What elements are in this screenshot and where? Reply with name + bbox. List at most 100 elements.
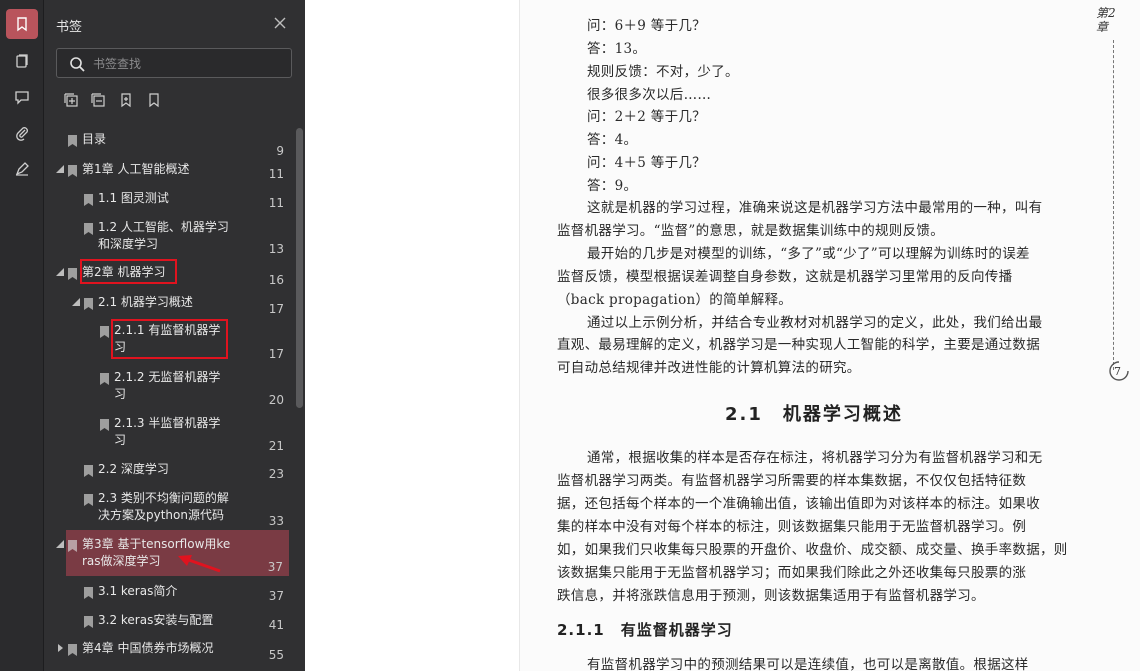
- pages-icon: [16, 54, 28, 68]
- toolbar-rail: [0, 0, 44, 671]
- bookmark-icon: [84, 223, 93, 235]
- bookmark-label: 目录: [82, 132, 107, 146]
- expanded-arrow-icon[interactable]: [56, 540, 64, 548]
- document-background: [305, 0, 519, 671]
- doc-line: 如，如果我们只收集每只股票的开盘价、收盘价、成交额、成交量、换手率数据，则: [557, 542, 1068, 558]
- bookmark-panel-button[interactable]: [6, 9, 38, 39]
- bookmark-item-3-1[interactable]: 3.1 keras简介 37: [44, 583, 294, 607]
- bookmark-page: 37: [268, 589, 284, 603]
- doc-line: 最开始的几步是对模型的训练，“多了”或“少了”可以理解为训练时的误差: [587, 246, 1030, 262]
- doc-line: 可自动总结规律并改进性能的计算机算法的研究。: [557, 360, 861, 376]
- attachments-panel-button[interactable]: [6, 118, 38, 148]
- bookmark-icon: [100, 326, 109, 338]
- bookmark-page: 9: [276, 144, 284, 158]
- bookmark-page: 13: [268, 242, 284, 256]
- bookmark-item-toc[interactable]: 目录 9: [44, 131, 294, 158]
- attachment-icon: [16, 127, 28, 141]
- doc-line: 直观、最易理解的定义，机器学习是一种实现人工智能的科学，主要是通过数据: [557, 337, 1040, 353]
- doc-line: （back propagation）的简单解释。: [557, 292, 793, 308]
- bookmark-icon: [17, 17, 27, 32]
- bookmark-page: 17: [268, 302, 284, 316]
- collapse-all-icon: [91, 93, 105, 107]
- bookmark-page: 37: [267, 560, 283, 574]
- pages-panel-button[interactable]: [6, 46, 38, 76]
- bookmark-label-line2: 决方案及python源代码: [98, 508, 224, 522]
- bookmark-item-2-3[interactable]: 2.3 类别不均衡问题的解 决方案及python源代码 33: [44, 490, 294, 530]
- bookmark-label: 1.1 图灵测试: [98, 191, 169, 205]
- doc-line: 答：4。: [587, 132, 638, 148]
- collapsed-arrow-icon[interactable]: [56, 644, 64, 652]
- page-number-mark: 7: [1109, 361, 1129, 381]
- doc-line: 答：9。: [587, 178, 638, 194]
- bookmark-label-line2: 习: [114, 433, 127, 447]
- bookmark-options-button[interactable]: [146, 92, 164, 110]
- bookmark-item-chapter1[interactable]: 第1章 人工智能概述 11: [44, 161, 294, 185]
- bookmark-label: 2.1 机器学习概述: [98, 295, 193, 309]
- bookmark-item-2-1-3[interactable]: 2.1.3 半监督机器学 习 21: [44, 415, 294, 455]
- bookmark-item-3-2[interactable]: 3.2 keras安装与配置 41: [44, 612, 294, 636]
- bookmark-page: 11: [268, 196, 284, 210]
- doc-line: 跌信息，并将涨跌信息用于预测，则该数据集适用于有监督机器学习。: [557, 588, 985, 604]
- bookmark-page: 11: [268, 167, 284, 181]
- chapter-tab: 第2章: [1096, 6, 1116, 34]
- expand-all-icon: [64, 93, 78, 107]
- annotation-box-chapter2: [80, 259, 177, 284]
- close-icon[interactable]: [272, 15, 288, 31]
- bookmark-label: 第1章 人工智能概述: [82, 162, 190, 176]
- bookmark-icon: [84, 587, 93, 599]
- bookmark-label-line1: 1.2 人工智能、机器学习: [98, 220, 229, 234]
- signature-panel-button[interactable]: [6, 154, 38, 184]
- doc-line: 通过以上示例分析，并结合专业教材对机器学习的定义，此处，我们给出最: [587, 315, 1043, 331]
- bookmark-icon: [84, 194, 93, 206]
- doc-line: 据，还包括每个样本的一个准确输出值，该输出值即为对该样本的标注。如果收: [557, 496, 1040, 512]
- bookmark-panel: 书签 目录 9 第1章 人工智能概述 11 1.1 图灵测试: [44, 0, 305, 671]
- subsection-heading: 2.1.1 有监督机器学习: [557, 621, 733, 639]
- doc-line: 问：2＋2 等于几？: [587, 109, 706, 125]
- bookmark-page: 17: [268, 347, 284, 361]
- bookmark-search-box: [56, 48, 292, 78]
- doc-line: 问：6＋9 等于几？: [587, 18, 706, 34]
- bookmark-label-line1: 2.1.2 无监督机器学: [114, 370, 221, 384]
- bookmark-icon: [68, 135, 77, 147]
- doc-line: 这就是机器的学习过程，准确来说这是机器学习方法中最常用的一种，叫有: [587, 200, 1043, 216]
- bookmark-search-input[interactable]: [93, 54, 283, 74]
- doc-line: 通常，根据收集的样本是否存在标注，将机器学习分为有监督机器学习和无: [587, 450, 1043, 466]
- expanded-arrow-icon[interactable]: [56, 165, 64, 173]
- annotation-box-2-1-1: [111, 319, 228, 359]
- add-bookmark-icon: [121, 93, 131, 108]
- signature-icon: [15, 162, 29, 176]
- bookmark-label-line1: 2.1.3 半监督机器学: [114, 416, 221, 430]
- collapse-all-button[interactable]: [90, 92, 108, 110]
- doc-line: 规则反馈：不对，少了。: [587, 64, 739, 80]
- bookmark-icon: [68, 165, 77, 177]
- comment-icon: [15, 91, 29, 105]
- bookmark-outline-icon: [149, 93, 159, 108]
- panel-title: 书签: [56, 20, 83, 35]
- doc-line: 监督机器学习。“监督”的意思，就是数据集训练中的规则反馈。: [557, 223, 945, 239]
- bookmark-item-2-1-2[interactable]: 2.1.2 无监督机器学 习 20: [44, 369, 294, 409]
- bookmark-item-2-1[interactable]: 2.1 机器学习概述 17: [44, 294, 294, 318]
- bookmark-icon: [84, 465, 93, 477]
- bookmark-item-1-1[interactable]: 1.1 图灵测试 11: [44, 190, 294, 214]
- bookmark-icon: [84, 616, 93, 628]
- doc-line: 答：13。: [587, 41, 647, 57]
- doc-line: 监督机器学习两类。有监督机器学习所需要的样本集数据，不仅仅包括特征数: [557, 473, 1027, 489]
- bookmark-item-2-2[interactable]: 2.2 深度学习 23: [44, 461, 294, 485]
- bookmark-item-1-2[interactable]: 1.2 人工智能、机器学习 和深度学习 13: [44, 219, 294, 259]
- bookmark-icon: [84, 494, 93, 506]
- bookmark-icon: [100, 373, 109, 385]
- bookmark-item-chapter4[interactable]: 第4章 中国债券市场概况 55: [44, 640, 294, 664]
- bookmark-label: 3.2 keras安装与配置: [98, 613, 214, 627]
- bookmark-label-line1: 2.3 类别不均衡问题的解: [98, 491, 229, 505]
- expanded-arrow-icon[interactable]: [72, 298, 80, 306]
- expanded-arrow-icon[interactable]: [56, 268, 64, 276]
- bookmark-icon: [100, 419, 109, 431]
- comments-panel-button[interactable]: [6, 82, 38, 112]
- bookmark-icon: [68, 540, 77, 552]
- bookmark-page: 55: [268, 648, 284, 662]
- add-bookmark-button[interactable]: [118, 92, 136, 110]
- expand-all-button[interactable]: [63, 92, 81, 110]
- bookmark-scrollbar[interactable]: [296, 128, 303, 408]
- doc-line: 很多很多次以后……: [587, 87, 712, 103]
- bookmark-page: 16: [268, 273, 284, 287]
